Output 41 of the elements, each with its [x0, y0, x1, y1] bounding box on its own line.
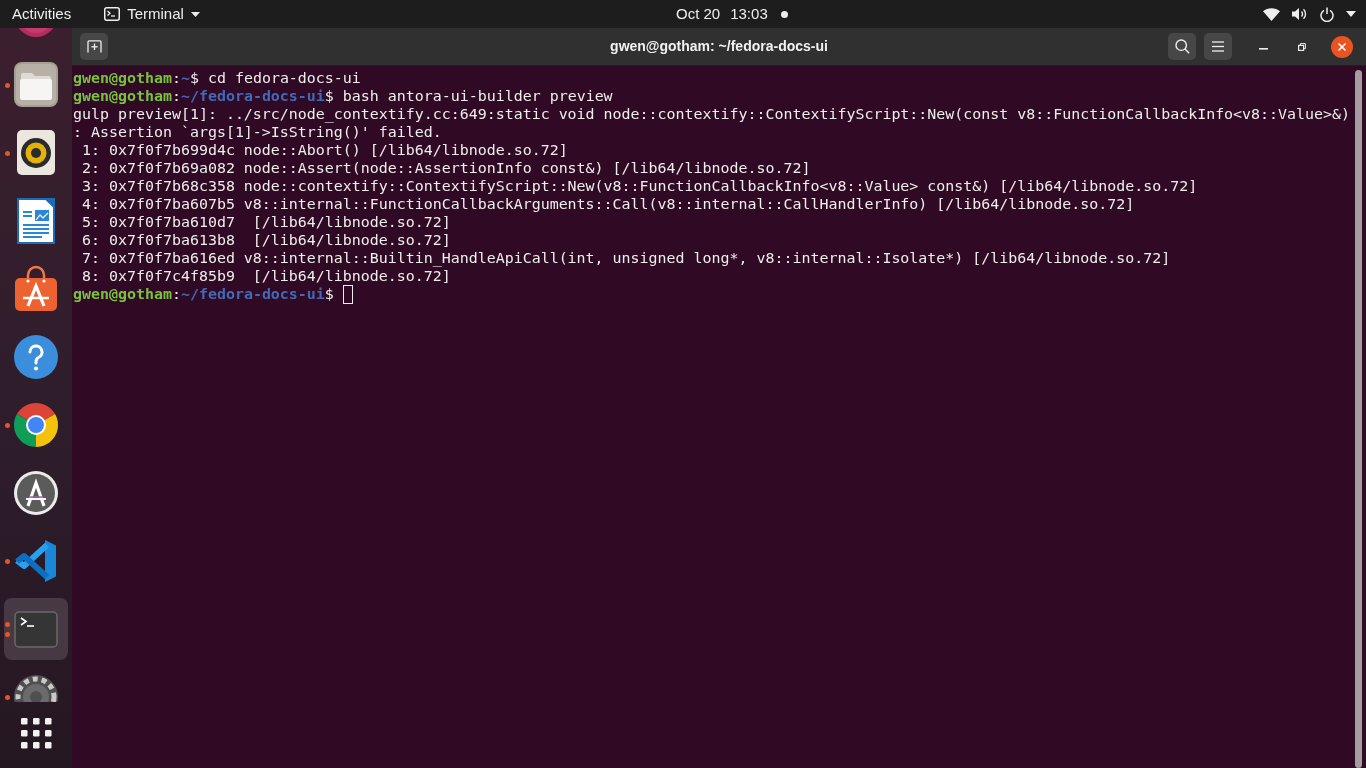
close-icon — [1331, 35, 1353, 58]
new-tab-icon — [86, 40, 102, 53]
window-title: gwen@gotham: ~/fedora-docs-ui — [610, 37, 828, 56]
minimize-icon — [1258, 47, 1268, 50]
menu-button[interactable] — [1204, 33, 1232, 60]
output-line: 2: 0x7f0f7b69a082 node::Assert(node::AssertionInfo const&) [/lib64/libnode.so.72] — [81, 159, 811, 177]
folder-icon — [12, 61, 60, 109]
output-line: 5: 0x7f0f7ba610d7 [/lib64/libnode.so.72] — [81, 213, 451, 231]
wifi-icon — [1263, 7, 1280, 21]
output-line: 3: 0x7f0f7b68c358 node::contextify::ContextifyScript::New(v8::FunctionCallbackInfo<v8::Value> const&) [/lib64/libnode.so.72] — [81, 177, 1198, 195]
settings-icon — [12, 673, 60, 702]
shopping-bag-icon — [12, 265, 60, 313]
volume-icon — [1292, 7, 1308, 21]
clock-button[interactable]: Oct 20 13:03 — [676, 0, 788, 28]
power-icon — [1320, 6, 1334, 22]
output-line: 8: 0x7f0f7c4f85b9 [/lib64/libnode.so.72] — [81, 267, 451, 285]
output-line: 4: 0x7f0f7ba607b5 v8::internal::FunctionCallbackArguments::Call(v8::internal::CallHandlerInfo) [/lib64/libnode.so.72] — [81, 195, 1135, 213]
prompt-line: gwen@gotham:~/fedora-docs-ui$ — [73, 285, 334, 303]
new-tab-button[interactable] — [80, 33, 108, 60]
search-icon — [1174, 39, 1190, 54]
segmented-circle-icon — [12, 401, 60, 449]
search-button[interactable] — [1168, 33, 1196, 60]
output-line: 7: 0x7f0f7ba616ed v8::internal::Builtin_HandleApiCall(int, unsigned long*, v8::internal::Isolate*) [/lib64/libnode.so.72] — [81, 249, 1171, 267]
menu-icon — [1212, 41, 1224, 52]
caret-icon — [1346, 11, 1356, 17]
caret-icon — [190, 11, 200, 17]
close-button[interactable] — [1330, 34, 1354, 59]
terminal-app-icon — [104, 7, 121, 21]
restore-icon — [1298, 42, 1306, 51]
activities-button[interactable]: Activities — [0, 0, 84, 28]
output-line: : Assertion `args[1]->IsString()' failed. — [73, 123, 442, 141]
output-line: 1: 0x7f0f7b699d4c node::Abort() [/lib64/libnode.so.72] — [81, 141, 568, 159]
prompt-line: gwen@gotham:~$ cd fedora-docs-ui — [73, 69, 361, 87]
help-icon — [12, 333, 60, 381]
app-menu-button[interactable]: Terminal — [104, 0, 200, 28]
prompt-line: gwen@gotham:~/fedora-docs-ui$ bash antora-ui-builder preview — [73, 87, 613, 105]
output-line: 6: 0x7f0f7ba613b8 [/lib64/libnode.so.72] — [81, 231, 451, 249]
app-grid-icon — [20, 717, 52, 749]
output-line: gulp preview[1]: ../src/node_contextify.cc:649:static void node::contextify::ContextifyScript::New(const v8::FunctionCallbackInfo<v8::Value>&) — [73, 105, 1351, 123]
circled-a-icon — [12, 469, 60, 517]
scrollbar[interactable] — [1355, 70, 1362, 768]
